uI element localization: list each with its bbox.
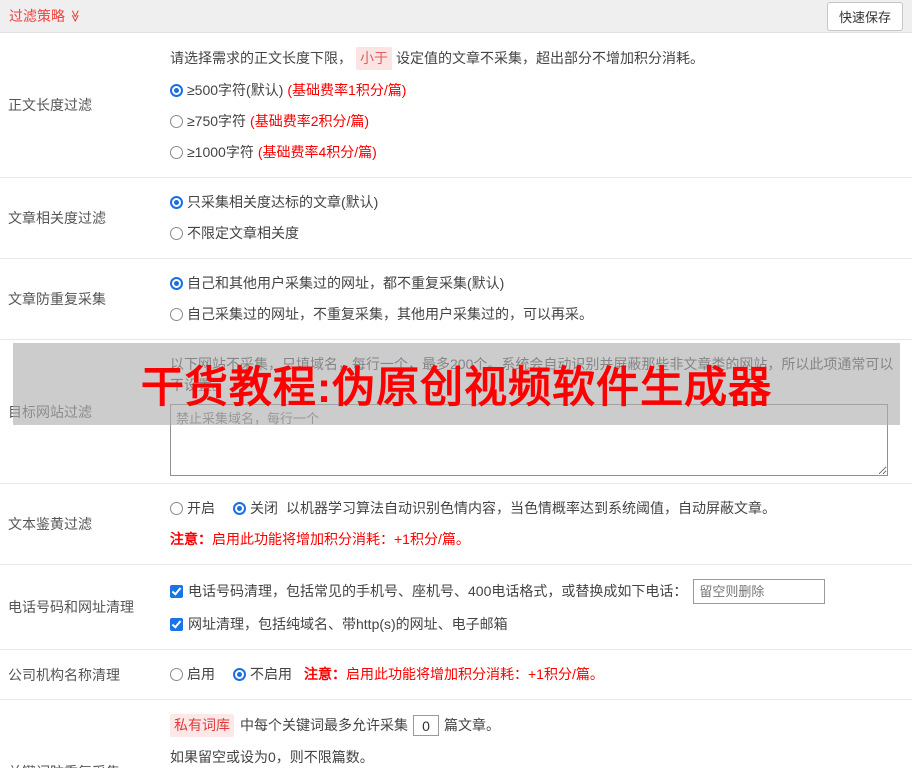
row-keyword-anti-duplicate: 关键词防重复采集 私有词库 中每个关键词最多允许采集 篇文章。 如果留空或设为0… (0, 700, 912, 768)
row-label-porn-detection: 文本鉴黄过滤 (8, 516, 92, 532)
radio-option-1000[interactable]: ≥1000字符 (基础费率4积分/篇) (170, 142, 904, 163)
radio-icon[interactable] (170, 502, 183, 515)
porn-detection-note: 注意： 启用此功能将增加积分消耗：+1积分/篇。 (170, 531, 470, 547)
replacement-phone-input[interactable] (693, 579, 826, 604)
row-label-anti-duplicate: 文章防重复采集 (8, 291, 106, 307)
radio-option-dedupe-self-only[interactable]: 自己采集过的网址，不重复采集，其他用户采集过的，可以再采。 (170, 304, 904, 325)
radio-option-disable[interactable]: 关闭 (233, 498, 282, 519)
target-site-description: 以下网站不采集，只填域名，每行一个，最多200个。系统会自动识别并屏蔽那些非文章… (170, 356, 894, 393)
radio-icon[interactable] (170, 196, 183, 209)
row-label-keyword: 关键词防重复采集 (0, 762, 170, 768)
row-content-length-filter: 正文长度过滤 请选择需求的正文长度下限， 小于 设定值的文章不采集，超出部分不增… (0, 33, 912, 178)
radio-icon[interactable] (170, 146, 183, 159)
row-label-target-site: 目标网站过滤 (8, 403, 92, 420)
company-cleanup-note: 注意：启用此功能将增加积分消耗：+1积分/篇。 (304, 666, 604, 682)
row-label-phone-url: 电话号码和网址清理 (8, 599, 134, 615)
row-anti-duplicate: 文章防重复采集 自己和其他用户采集过的网址，都不重复采集(默认) 自己采集过的网… (0, 259, 912, 340)
radio-icon[interactable] (170, 668, 183, 681)
radio-icon[interactable] (233, 668, 246, 681)
radio-icon[interactable] (170, 84, 183, 97)
radio-icon[interactable] (170, 115, 183, 128)
radio-icon[interactable] (170, 308, 183, 321)
radio-icon[interactable] (170, 277, 183, 290)
filter-strategy-page: 过滤策略 ≫ 快速保存 正文长度过滤 请选择需求的正文长度下限， 小于 设定值的… (0, 0, 912, 768)
row-label-company-name: 公司机构名称清理 (8, 666, 120, 683)
top-bar: 过滤策略 ≫ 快速保存 (0, 0, 912, 33)
row-porn-detection-filter: 文本鉴黄过滤 开启 关闭 以机器学习算法自动识别色情内容，当色情概率达到系统阈值… (0, 484, 912, 565)
radio-icon[interactable] (170, 227, 183, 240)
checkbox-icon[interactable] (170, 585, 183, 598)
blocked-domains-textarea[interactable] (170, 404, 888, 476)
row-label-relevance: 文章相关度过滤 (8, 210, 106, 226)
fee-text: (基础费率4积分/篇) (257, 144, 377, 160)
checkbox-icon[interactable] (170, 618, 183, 631)
keyword-rule-empty-or-zero: 如果留空或设为0，则不限篇数。 (170, 749, 374, 765)
page-title-text: 过滤策略 (9, 8, 65, 24)
radio-option-company-enable[interactable]: 启用 (170, 664, 219, 685)
radio-option-enable[interactable]: 开启 (170, 498, 219, 519)
fee-text: (基础费率2积分/篇) (250, 113, 370, 129)
less-than-highlight: 小于 (356, 47, 392, 70)
private-thesaurus-badge: 私有词库 (170, 714, 234, 737)
radio-option-dedupe-all-users[interactable]: 自己和其他用户采集过的网址，都不重复采集(默认) (170, 273, 904, 294)
checkbox-url-cleanup[interactable]: 网址清理，包括纯域名、带http(s)的网址、电子邮箱 (170, 614, 904, 635)
row-phone-url-cleanup: 电话号码和网址清理 电话号码清理，包括常见的手机号、座机号、400电话格式，或替… (0, 565, 912, 650)
max-articles-count-input[interactable] (413, 715, 439, 736)
radio-option-no-limit-relevance[interactable]: 不限定文章相关度 (170, 223, 904, 244)
radio-option-750[interactable]: ≥750字符 (基础费率2积分/篇) (170, 111, 904, 132)
content-length-description: 请选择需求的正文长度下限， 小于 设定值的文章不采集，超出部分不增加积分消耗。 (170, 47, 904, 70)
row-company-name-cleanup: 公司机构名称清理 启用 不启用 注意：启用此功能将增加积分消耗：+1积分/篇。 (0, 650, 912, 700)
row-label-content-length: 正文长度过滤 (8, 97, 92, 113)
radio-icon[interactable] (233, 502, 246, 515)
fee-text: (基础费率1积分/篇) (287, 82, 407, 98)
radio-option-relevant-only[interactable]: 只采集相关度达标的文章(默认) (170, 192, 904, 213)
porn-detection-inline-desc: 以机器学习算法自动识别色情内容，当色情概率达到系统阈值，自动屏蔽文章。 (286, 500, 776, 516)
double-chevron-down-icon: ≫ (68, 9, 83, 23)
row-target-site-filter: 目标网站过滤 以下网站不采集，只填域名，每行一个，最多200个。系统会自动识别并… (0, 340, 912, 484)
radio-option-500[interactable]: ≥500字符(默认) (基础费率1积分/篇) (170, 80, 904, 101)
checkbox-phone-cleanup[interactable]: 电话号码清理，包括常见的手机号、座机号、400电话格式，或替换成如下电话： (170, 579, 904, 604)
radio-option-company-disable[interactable]: 不启用 (233, 664, 296, 685)
row-relevance-filter: 文章相关度过滤 只采集相关度达标的文章(默认) 不限定文章相关度 (0, 178, 912, 259)
quick-save-button[interactable]: 快速保存 (826, 1, 903, 31)
page-title[interactable]: 过滤策略 ≫ (9, 6, 82, 26)
